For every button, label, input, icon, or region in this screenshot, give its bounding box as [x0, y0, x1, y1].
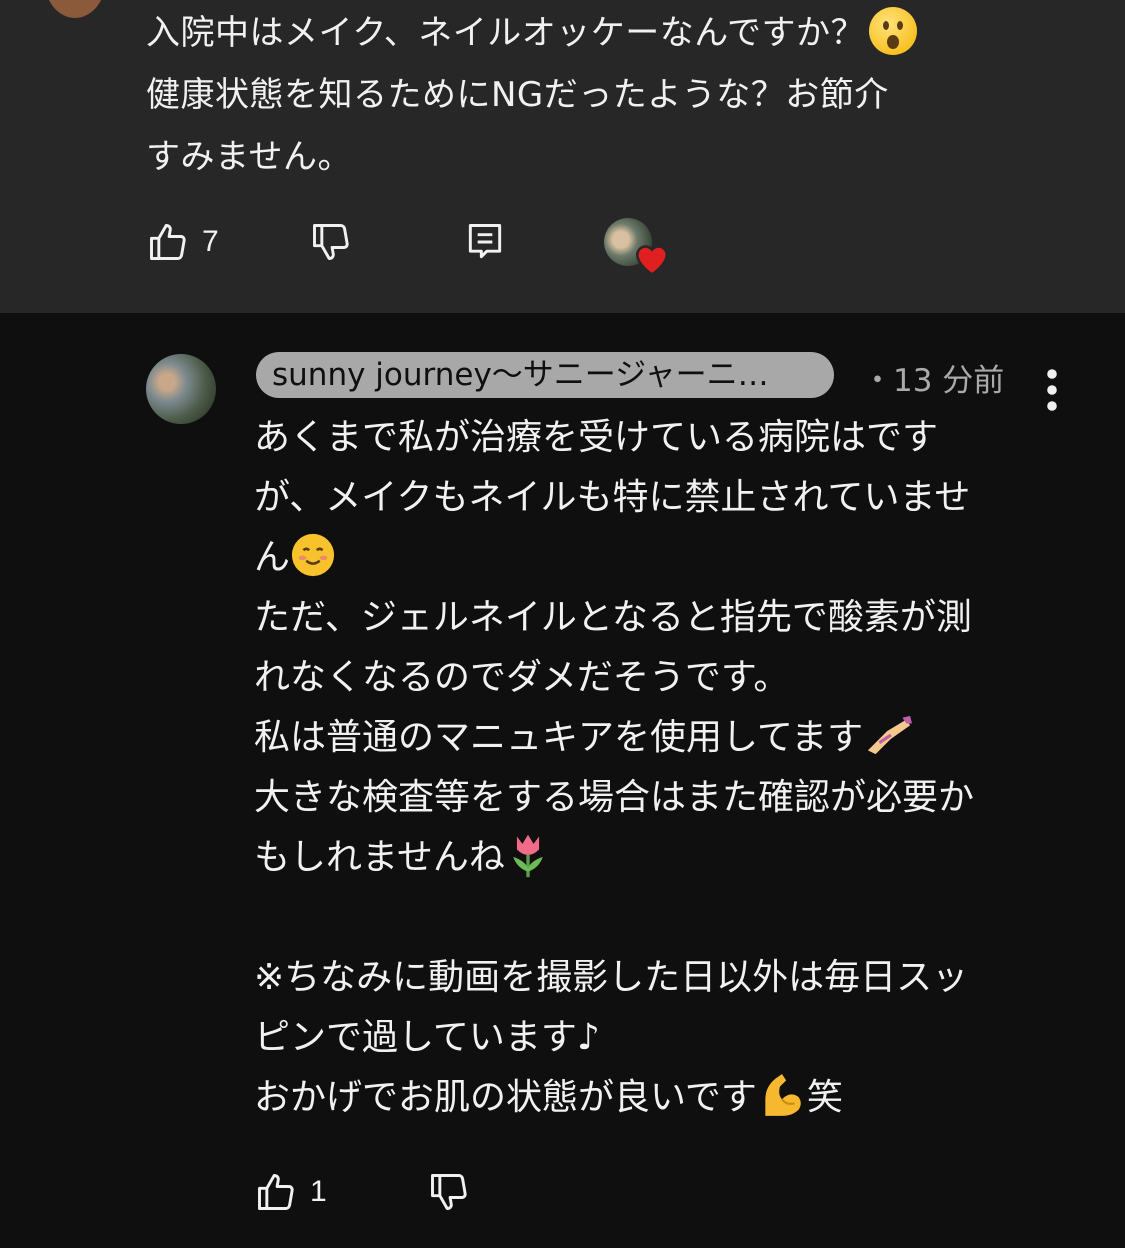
- dislike-button[interactable]: [427, 1170, 471, 1214]
- creator-heart-badge: [604, 218, 670, 278]
- more-vertical-icon[interactable]: [1036, 364, 1068, 412]
- thumbs-down-icon: [430, 1174, 467, 1210]
- reply-button[interactable]: [463, 220, 507, 264]
- like-count: 1: [310, 1175, 327, 1208]
- parent-comment-text: 入院中はメイク、ネイルオッケーなんですか？ 健康状態を知るためにNGだったような…: [146, 2, 1046, 188]
- reply-line: ※ちなみに動画を撮影した日以外は毎日スッ: [254, 957, 969, 998]
- tulip-emoji: [513, 834, 543, 878]
- reply-icon: [468, 224, 501, 259]
- nail-polish-emoji: [868, 715, 913, 755]
- reply-line: [254, 888, 1074, 948]
- dislike-button[interactable]: [309, 220, 353, 264]
- thumbs-up-icon: [150, 224, 186, 260]
- reply-line: ただ、ジェルネイルとなると指先で酸素が測: [254, 597, 972, 638]
- reply-author-avatar[interactable]: [146, 354, 216, 424]
- comment-actions: 7: [146, 220, 507, 264]
- heart-icon: [636, 245, 668, 276]
- reply-line: が、メイクもネイルも特に禁止されていませ: [254, 477, 971, 518]
- reply-line: ん: [254, 537, 291, 578]
- laugh-text: 笑: [806, 1077, 843, 1118]
- reply-line: おかげでお肌の状態が良いです: [254, 1077, 757, 1118]
- reply-timestamp: ・13 分前: [862, 363, 1005, 399]
- reply-line: あくまで私が治療を受けている病院はです: [254, 417, 939, 458]
- commenter-avatar[interactable]: [44, 0, 106, 18]
- thumbs-down-icon: [312, 224, 349, 260]
- like-button[interactable]: 1: [254, 1170, 327, 1214]
- reply-line: ピンで過しています♪: [254, 1017, 600, 1058]
- reply-author-name[interactable]: sunny journey～サニージャーニ…: [256, 352, 834, 398]
- reply-line: れなくなるのでダメだそうです。: [254, 657, 790, 698]
- reply-text: あくまで私が治療を受けている病院はです が、メイクもネイルも特に禁止されていませ…: [254, 408, 1074, 1128]
- parent-comment: 入院中はメイク、ネイルオッケーなんですか？ 健康状態を知るためにNGだったような…: [0, 0, 1125, 313]
- comment-line: すみません。: [146, 137, 352, 177]
- reply-line: もしれませんね: [254, 837, 505, 878]
- like-count: 7: [202, 225, 219, 258]
- smiling-face-emoji: [291, 533, 335, 577]
- thumbs-up-icon: [258, 1174, 294, 1210]
- flexed-biceps-emoji: [765, 1074, 801, 1116]
- comment-line: 入院中はメイク、ネイルオッケーなんですか？: [146, 13, 866, 53]
- astonished-face-emoji: [869, 6, 918, 55]
- comment-line: 健康状態を知るためにNGだったような？お節介: [146, 75, 889, 115]
- reply-actions: 1: [254, 1170, 471, 1214]
- reply-line: 大きな検査等をする場合はまた確認が必要か: [254, 777, 975, 818]
- like-button[interactable]: 7: [146, 220, 219, 264]
- reply-line: 私は普通のマニュキアを使用してます: [254, 717, 864, 758]
